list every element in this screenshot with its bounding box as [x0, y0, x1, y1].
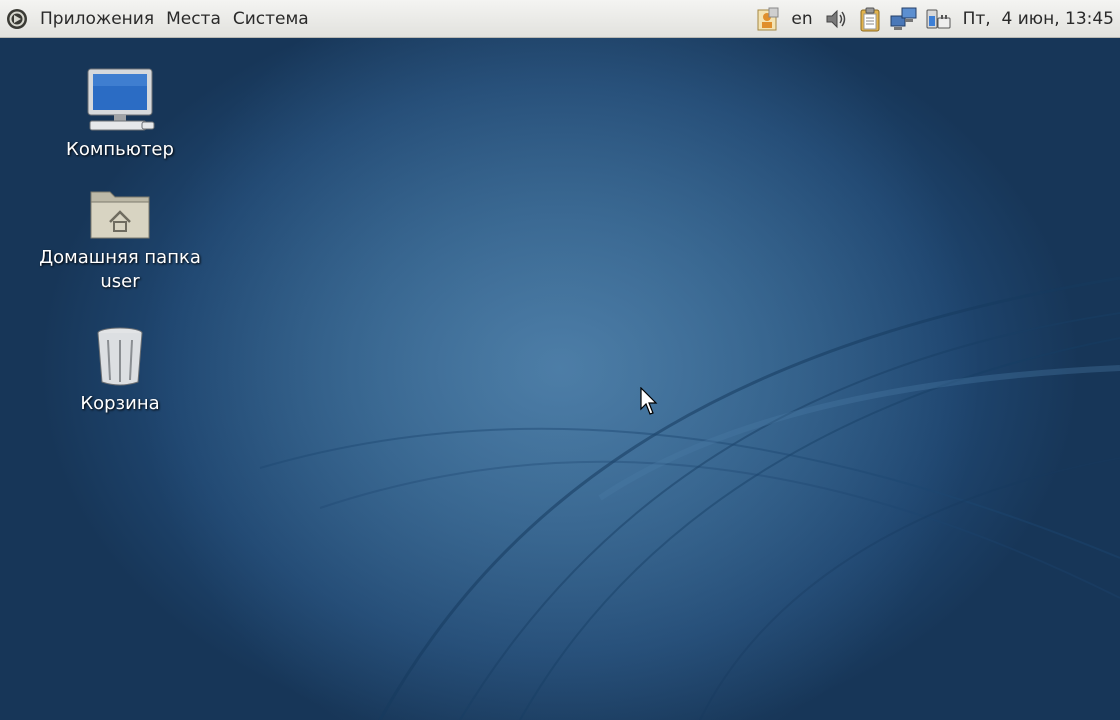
desktop-icon-home-folder[interactable]: Домашняя папка user — [25, 184, 215, 294]
system-tray: en Пт, 4 июн, 13:45 — [751, 0, 1120, 37]
network-icon[interactable] — [890, 5, 918, 33]
distro-logo-icon[interactable] — [6, 8, 28, 30]
desktop-icon-computer[interactable]: Компьютер — [25, 66, 215, 162]
trash-icon — [97, 327, 143, 386]
menu-places[interactable]: Места — [160, 0, 227, 38]
top-panel: Приложения Места Система en Пт, 4 июн, 1… — [0, 0, 1120, 38]
power-icon[interactable] — [924, 5, 952, 33]
user-switch-icon[interactable] — [754, 5, 782, 33]
computer-icon — [87, 68, 155, 131]
volume-icon[interactable] — [822, 5, 850, 33]
desktop-icon-label: Компьютер — [66, 139, 174, 160]
clipboard-icon[interactable] — [856, 5, 884, 33]
menu-applications[interactable]: Приложения — [34, 0, 160, 38]
panel-menus: Приложения Места Система — [0, 0, 315, 37]
home-folder-icon — [90, 191, 150, 239]
desktop-icon-label: Домашняя папка user — [39, 247, 201, 292]
mouse-pointer-icon — [640, 387, 658, 415]
keyboard-layout-indicator[interactable]: en — [791, 9, 812, 29]
panel-clock[interactable]: Пт, 4 июн, 13:45 — [963, 9, 1114, 29]
menu-system[interactable]: Система — [227, 0, 315, 38]
desktop-icon-label: Корзина — [80, 393, 160, 414]
desktop-icon-trash[interactable]: Корзина — [25, 324, 215, 416]
